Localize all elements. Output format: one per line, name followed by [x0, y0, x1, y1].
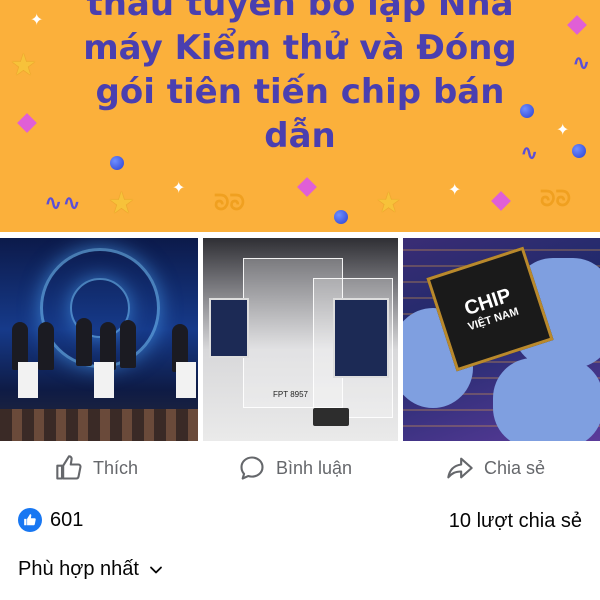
banner-line-4: dẫn	[264, 116, 336, 156]
confetti-squiggle-icon: ∿∿	[44, 190, 81, 215]
reaction-summary[interactable]: 601	[18, 508, 83, 532]
info-panel	[333, 298, 389, 378]
person-figure	[38, 322, 54, 370]
comment-button[interactable]: Bình luận	[238, 448, 352, 488]
confetti-diamond-icon	[567, 15, 587, 35]
sparkle-icon: ✦	[448, 182, 462, 199]
confetti-diamond-icon	[491, 191, 511, 211]
chip-sample	[313, 408, 349, 426]
chevron-down-icon	[150, 566, 162, 573]
banner-line-1: thầu tuyển bố lập Nhà	[86, 0, 514, 24]
confetti-squiggle-icon: ᘐᘐ	[540, 186, 571, 211]
person-figure	[120, 320, 136, 368]
person-figure	[76, 318, 92, 366]
podium	[18, 362, 38, 398]
confetti-squiggle-icon: ᘐᘐ	[214, 190, 245, 215]
audience-crowd	[0, 409, 198, 441]
like-button[interactable]: Thích	[55, 448, 138, 488]
share-button[interactable]: Chia sẻ	[446, 448, 545, 488]
share-arrow-icon	[447, 457, 473, 479]
confetti-star-icon: ★	[10, 49, 37, 82]
comment-button-label: Bình luận	[276, 457, 353, 478]
sparkle-icon: ✦	[556, 122, 570, 139]
confetti-squiggle-icon: ∿	[572, 50, 591, 75]
comment-bubble-icon	[240, 456, 264, 480]
thumbs-up-icon	[56, 455, 82, 480]
comment-sort-dropdown[interactable]: Phù hợp nhất	[18, 558, 163, 581]
share-button-label: Chia sẻ	[484, 457, 546, 478]
confetti-ball-icon	[572, 144, 586, 158]
comment-sort-label: Phù hợp nhất	[18, 558, 139, 580]
confetti-diamond-icon	[17, 113, 37, 133]
like-count: 601	[50, 508, 84, 531]
confetti-ball-icon	[520, 104, 534, 118]
post-stats: 601 10 lượt chia sẻ	[0, 508, 600, 540]
exhibit-label: FPT 8957	[273, 390, 308, 399]
post-action-bar: Thích Bình luận Chia sẻ	[0, 448, 600, 488]
confetti-diamond-icon	[297, 177, 317, 197]
post-banner-image[interactable]: thầu tuyển bố lập Nhà máy Kiểm thử và Đó…	[0, 0, 600, 232]
confetti-ball-icon	[110, 156, 124, 170]
sparkle-icon: ✦	[30, 12, 44, 29]
sparkle-icon: ✦	[172, 180, 186, 197]
info-panel	[209, 298, 249, 358]
banner-headline: thầu tuyển bố lập Nhà máy Kiểm thử và Đó…	[60, 0, 540, 158]
podium	[176, 362, 196, 398]
confetti-star-icon: ★	[108, 187, 135, 220]
like-button-label: Thích	[93, 457, 139, 478]
banner-line-2: máy Kiểm thử và Đóng	[83, 28, 517, 68]
confetti-ball-icon	[334, 210, 348, 224]
confetti-squiggle-icon: ∿	[520, 140, 539, 165]
photo-exhibition[interactable]: FPT 8957	[203, 238, 398, 441]
share-count[interactable]: 10 lượt chia sẻ	[449, 510, 582, 533]
post-photo-grid: FPT 8957 CHIP VIỆT NAM	[0, 238, 600, 441]
photo-ceremony[interactable]	[0, 238, 198, 441]
podium	[94, 362, 114, 398]
banner-line-3: gói tiên tiến chip bán	[95, 72, 505, 112]
glove-hand	[493, 358, 600, 441]
photo-chip[interactable]: CHIP VIỆT NAM	[403, 238, 600, 441]
confetti-star-icon: ★	[376, 187, 402, 218]
like-reaction-icon	[18, 508, 42, 532]
